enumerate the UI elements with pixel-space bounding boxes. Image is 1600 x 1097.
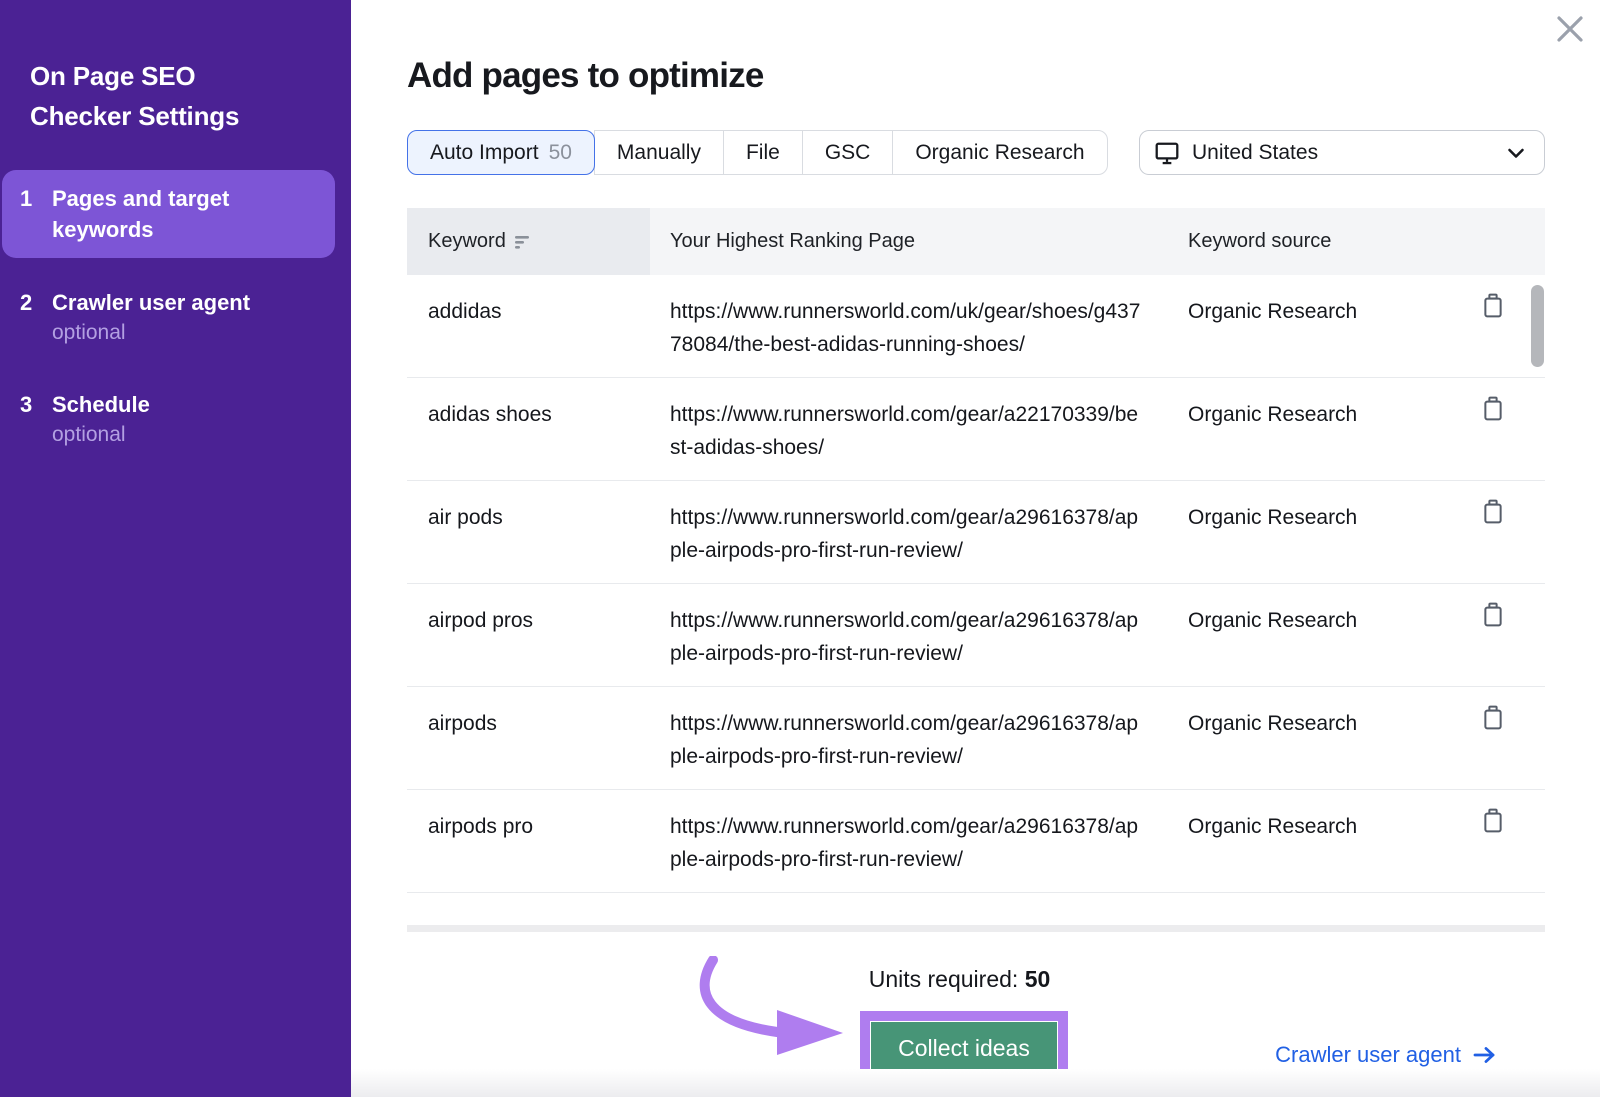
delete-keyword-button[interactable] — [1483, 705, 1503, 733]
trash-icon — [1484, 602, 1502, 627]
table-row: airpods pro https://www.runnersworld.com… — [407, 790, 1545, 893]
ranking-page-url-cell: https://www.runnersworld.com/uk/gear/sho… — [670, 300, 1141, 356]
table-header: Keyword Your Highest Ranking Page Keywor… — [407, 208, 1545, 275]
delete-keyword-button[interactable] — [1483, 808, 1503, 836]
monitor-icon — [1155, 142, 1179, 164]
ranking-page-url-cell: https://www.runnersworld.com/gear/a29616… — [670, 712, 1139, 768]
trash-icon — [1484, 499, 1502, 524]
step-label: Schedule — [52, 392, 150, 417]
table-bottom-divider — [407, 925, 1545, 932]
keyword-source-cell: Organic Research — [1188, 815, 1358, 838]
step-optional-label: optional — [52, 423, 126, 446]
keyword-cell: addidas — [428, 300, 502, 323]
table-row: airpods https://www.runnersworld.com/gea… — [407, 687, 1545, 790]
keyword-source-column-header: Keyword source — [1188, 230, 1332, 252]
keyword-cell: adidas shoes — [428, 403, 552, 426]
keyword-source-cell: Organic Research — [1188, 609, 1358, 632]
page-title: Add pages to optimize — [407, 56, 764, 95]
table-row: adidas shoes https://www.runnersworld.co… — [407, 378, 1545, 481]
ranking-page-url-cell: https://www.runnersworld.com/gear/a29616… — [670, 815, 1139, 871]
actions-column-header — [1460, 208, 1545, 275]
on-page-seo-checker-settings-modal: On Page SEO Checker Settings 1 Pages and… — [0, 0, 1600, 1097]
delete-keyword-button[interactable] — [1483, 602, 1503, 630]
close-icon[interactable] — [1553, 12, 1587, 46]
settings-sidebar: On Page SEO Checker Settings 1 Pages and… — [0, 0, 351, 1097]
import-tab[interactable]: File — [722, 130, 803, 175]
ranking-page-column-header: Your Highest Ranking Page — [670, 230, 915, 252]
sort-icon — [514, 235, 529, 249]
trash-icon — [1484, 808, 1502, 833]
steps-nav: 1 Pages and target keywords 2 Crawler us… — [0, 170, 351, 462]
keyword-cell: airpods pro — [428, 815, 534, 838]
step-label: Pages and target keywords — [52, 186, 230, 242]
sidebar-step[interactable]: 3 Schedule optional — [2, 376, 335, 462]
table-row: airpod pros https://www.runnersworld.com… — [407, 584, 1545, 687]
main-panel: Add pages to optimize Auto Import 50 Man… — [351, 0, 1600, 1097]
sidebar-title: On Page SEO Checker Settings — [30, 61, 240, 131]
keyword-cell: airpod pros — [428, 609, 534, 632]
keyword-source-cell: Organic Research — [1188, 300, 1358, 323]
step-optional-label: optional — [52, 321, 126, 344]
collect-ideas-button[interactable]: Collect ideas — [871, 1022, 1057, 1074]
keyword-column-header[interactable]: Keyword — [407, 208, 650, 275]
arrow-right-icon — [1473, 1047, 1495, 1063]
delete-keyword-button[interactable] — [1483, 293, 1503, 321]
keyword-source-cell: Organic Research — [1188, 506, 1358, 529]
ranking-page-url-cell: https://www.runnersworld.com/gear/a22170… — [670, 403, 1139, 459]
step-number: 2 — [20, 290, 33, 315]
ranking-page-url-cell: https://www.runnersworld.com/gear/a29616… — [670, 506, 1139, 562]
import-tab[interactable]: Auto Import 50 — [407, 130, 595, 175]
import-tab[interactable]: Manually — [593, 130, 724, 175]
delete-keyword-button[interactable] — [1483, 396, 1503, 424]
sidebar-step[interactable]: 2 Crawler user agent optional — [2, 274, 335, 360]
chevron-down-icon — [1508, 148, 1524, 158]
crawler-user-agent-link[interactable]: Crawler user agent — [1275, 1042, 1497, 1068]
keyword-source-cell: Organic Research — [1188, 403, 1358, 426]
table-scrollbar[interactable] — [1531, 285, 1544, 367]
import-tabs: Auto Import 50 Manually File GSC Organic… — [407, 130, 1108, 175]
collect-ideas-highlight: Collect ideas — [860, 1011, 1068, 1085]
trash-icon — [1484, 705, 1502, 730]
import-tab[interactable]: GSC — [801, 130, 894, 175]
table-body: addidas https://www.runnersworld.com/uk/… — [407, 275, 1545, 893]
country-select-value: United States — [1192, 140, 1319, 164]
keywords-table: Keyword Your Highest Ranking Page Keywor… — [407, 208, 1545, 932]
step-label: Crawler user agent — [52, 290, 251, 315]
step-number: 3 — [20, 392, 33, 417]
table-row: air pods https://www.runnersworld.com/ge… — [407, 481, 1545, 584]
units-required: Units required: 50 — [868, 966, 1051, 992]
country-select[interactable]: United States — [1139, 130, 1545, 175]
step-number: 1 — [20, 186, 33, 211]
trash-icon — [1484, 396, 1502, 421]
import-tab[interactable]: Organic Research — [892, 130, 1108, 175]
trash-icon — [1484, 293, 1502, 318]
table-row: addidas https://www.runnersworld.com/uk/… — [407, 275, 1545, 378]
sidebar-step[interactable]: 1 Pages and target keywords — [2, 170, 335, 258]
controls-row: Auto Import 50 Manually File GSC Organic… — [407, 130, 1545, 175]
keyword-cell: airpods — [428, 712, 497, 735]
keyword-cell: air pods — [428, 506, 503, 529]
delete-keyword-button[interactable] — [1483, 499, 1503, 527]
keyword-source-cell: Organic Research — [1188, 712, 1358, 735]
ranking-page-url-cell: https://www.runnersworld.com/gear/a29616… — [670, 609, 1139, 665]
